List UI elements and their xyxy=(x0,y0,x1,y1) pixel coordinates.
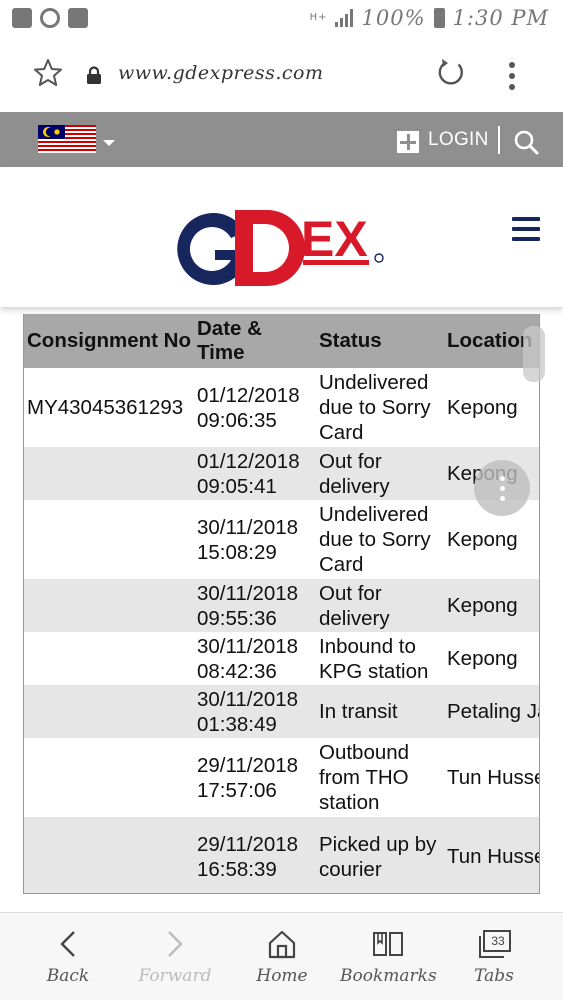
signal-icon xyxy=(335,9,354,27)
bookmark-star-icon[interactable] xyxy=(33,58,63,88)
cell-status: In transit xyxy=(317,685,445,738)
tracking-table: Consignment No Date & Time Status Locati… xyxy=(24,314,539,893)
cell-datetime: 29/11/2018 16:58:39 xyxy=(195,817,317,893)
cell-location: Kepong xyxy=(447,396,518,419)
browser-bottom-bar: Back Forward Home Bookmarks 33 Tabs xyxy=(0,912,563,1000)
battery-icon xyxy=(433,8,445,28)
cell-location: Petaling Jaya xyxy=(445,685,539,738)
cell-datetime: 01/12/2018 09:06:35 xyxy=(197,383,300,432)
cell-status: Out for delivery xyxy=(317,579,445,632)
cell-consignment xyxy=(24,500,195,579)
url-field[interactable]: www.gdexpress.com xyxy=(118,62,324,84)
cell-consignment xyxy=(24,817,195,893)
tabs-label: Tabs xyxy=(474,966,514,986)
home-button[interactable]: Home xyxy=(242,913,322,1000)
reload-icon[interactable] xyxy=(436,58,466,88)
hamburger-menu-icon[interactable] xyxy=(512,217,540,241)
gdex-logo[interactable]: EX xyxy=(169,204,389,292)
cell-datetime: 30/11/2018 09:55:36 xyxy=(195,579,317,632)
tabs-count: 33 xyxy=(491,934,505,948)
cell-consignment xyxy=(24,685,195,738)
table-header-row: Consignment No Date & Time Status Locati… xyxy=(24,314,539,368)
cell-status: Undelivered due to Sorry Card xyxy=(319,503,431,576)
cell-status: Inbound to KPG station xyxy=(319,634,429,683)
cell-datetime: 29/11/2018 17:57:06 xyxy=(197,753,299,802)
tracking-table-container[interactable]: Consignment No Date & Time Status Locati… xyxy=(23,314,540,894)
cell-location: Kepong xyxy=(447,647,518,670)
forward-button[interactable]: Forward xyxy=(130,913,220,1000)
cell-status: Out for delivery xyxy=(317,447,445,500)
clock: 1:30 PM xyxy=(452,6,549,30)
header-status: Status xyxy=(317,314,445,368)
language-dropdown-icon[interactable] xyxy=(103,140,115,146)
table-row: 30/11/2018 15:08:29 Undelivered due to S… xyxy=(24,500,539,579)
header-consignment-no: Consignment No xyxy=(24,314,195,368)
cell-consignment xyxy=(24,632,195,685)
table-row: 30/11/2018 09:55:36 Out for delivery Kep… xyxy=(24,579,539,632)
table-row: 30/11/2018 01:38:49 In transit Petaling … xyxy=(24,685,539,738)
cell-consignment xyxy=(24,738,195,817)
svg-text:EX: EX xyxy=(301,211,368,267)
cell-location: Tun Hussein Onn xyxy=(445,817,539,893)
forward-label: Forward xyxy=(138,966,212,986)
back-button[interactable]: Back xyxy=(28,913,108,1000)
battery-percent: 100% xyxy=(361,6,426,30)
cell-status: Undelivered due to Sorry Card xyxy=(319,371,431,444)
cell-location: Tun Hussein Onn xyxy=(447,766,539,789)
cell-consignment xyxy=(24,447,195,500)
cell-location: Kepong xyxy=(445,579,539,632)
cell-consignment: MY43045361293 xyxy=(27,396,184,419)
cell-consignment xyxy=(24,579,195,632)
whatsapp-icon xyxy=(40,8,60,28)
status-bar: H+ 100% 1:30 PM xyxy=(0,0,563,36)
bookmarks-button[interactable]: Bookmarks xyxy=(340,913,437,1000)
bookmarks-icon xyxy=(373,932,403,956)
cell-status: Picked up by courier xyxy=(317,817,445,893)
cell-datetime: 30/11/2018 01:38:49 xyxy=(195,685,317,738)
login-link[interactable]: LOGIN xyxy=(428,129,489,151)
site-header: EX xyxy=(0,167,563,307)
gallery-icon xyxy=(68,8,88,28)
cell-datetime: 30/11/2018 08:42:36 xyxy=(197,634,299,683)
tabs-button[interactable]: 33 Tabs xyxy=(456,913,532,1000)
address-bar: www.gdexpress.com xyxy=(0,36,563,112)
back-arrow-icon xyxy=(60,931,75,957)
floating-menu-button[interactable] xyxy=(474,460,530,516)
bookmarks-label: Bookmarks xyxy=(340,966,437,986)
malaysia-flag-icon[interactable] xyxy=(38,125,96,153)
table-row: MY43045361293 01/12/2018 09:06:35 Undeli… xyxy=(24,368,539,447)
browser-menu-icon[interactable] xyxy=(508,62,516,90)
table-row: 29/11/2018 16:58:39 Picked up by courier… xyxy=(24,817,539,893)
table-row: 29/11/2018 17:57:06 Outbound from THO st… xyxy=(24,738,539,817)
facebook-icon xyxy=(12,8,32,28)
forward-arrow-icon xyxy=(168,931,183,957)
cell-datetime: 01/12/2018 09:05:41 xyxy=(195,447,317,500)
nav-divider xyxy=(498,126,500,154)
back-label: Back xyxy=(46,966,90,986)
home-icon xyxy=(268,930,296,959)
horizontal-scroll-thumb[interactable] xyxy=(523,326,545,382)
search-icon[interactable] xyxy=(512,128,540,156)
lock-icon xyxy=(87,66,101,84)
site-top-nav: LOGIN xyxy=(0,112,563,167)
login-plus-icon[interactable] xyxy=(397,131,419,153)
table-row: 30/11/2018 08:42:36 Inbound to KPG stati… xyxy=(24,632,539,685)
home-label: Home xyxy=(256,966,308,986)
cell-status: Outbound from THO station xyxy=(319,741,410,814)
table-row: 01/12/2018 09:05:41 Out for delivery Kep… xyxy=(24,447,539,500)
header-date-time: Date & Time xyxy=(195,314,317,368)
network-type: H+ xyxy=(309,12,328,23)
cell-datetime: 30/11/2018 15:08:29 xyxy=(197,515,299,564)
